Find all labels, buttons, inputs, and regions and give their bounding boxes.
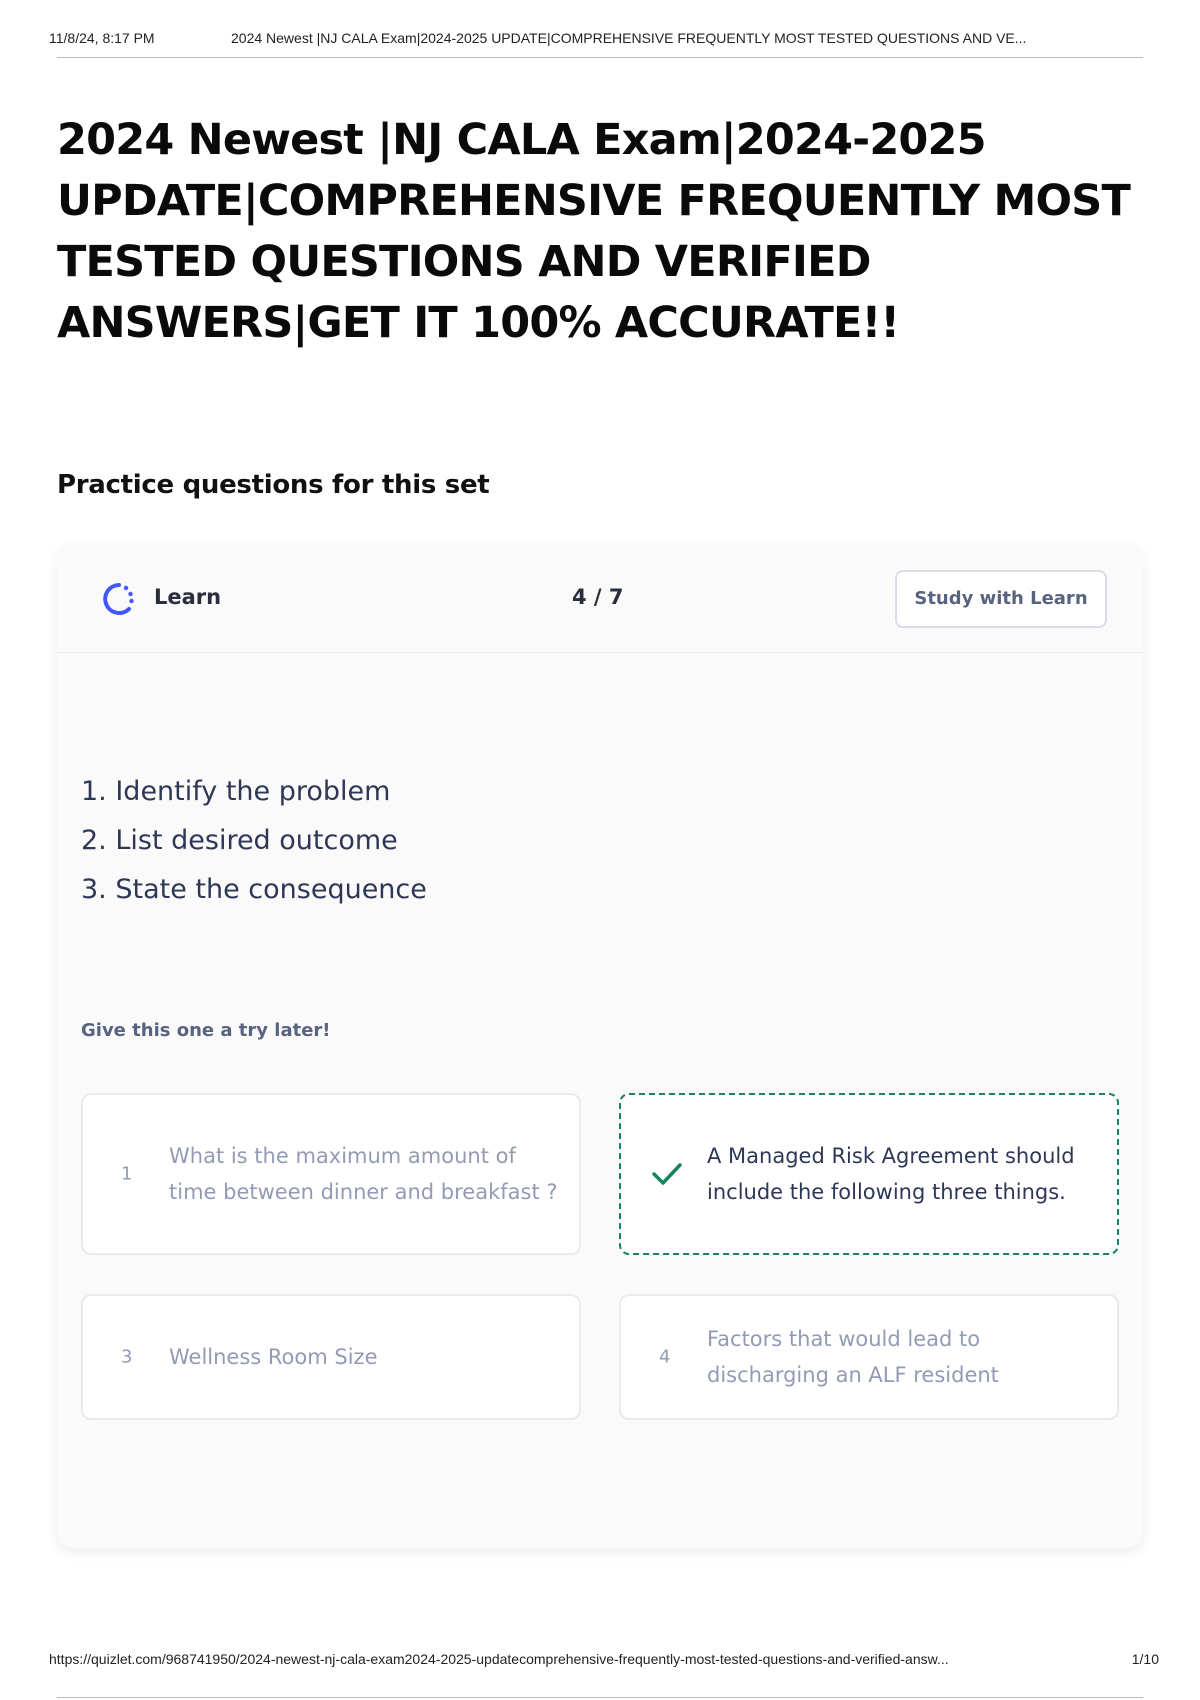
print-date: 11/8/24, 8:17 PM	[49, 30, 155, 46]
header-divider	[57, 57, 1143, 58]
footer-divider	[57, 1697, 1143, 1698]
check-icon	[652, 1163, 682, 1185]
print-page-number: 1/10	[1131, 1651, 1159, 1667]
answer-line: 1. Identify the problem	[81, 776, 391, 807]
print-url: https://quizlet.com/968741950/2024-newes…	[49, 1651, 949, 1667]
page-title: 2024 Newest |NJ CALA Exam|2024-2025 UPDA…	[57, 115, 1131, 348]
learn-label: Learn	[154, 585, 222, 609]
answer-line: 2. List desired outcome	[81, 825, 398, 856]
print-footer: https://quizlet.com/968741950/2024-newes…	[49, 1651, 1159, 1669]
answer-option-3[interactable]: 3 Wellness Room Size	[81, 1294, 581, 1420]
card-header: Learn 4 / 7 Study with Learn	[57, 545, 1143, 653]
hint-text: Give this one a try later!	[81, 1020, 331, 1041]
option-text: Factors that would lead to discharging a…	[707, 1327, 999, 1387]
option-number: 3	[121, 1346, 133, 1368]
learn-icon	[103, 583, 134, 615]
answer-text: 1. Identify the problem 2. List desired …	[81, 767, 427, 914]
answer-option-4[interactable]: 4 Factors that would lead to discharging…	[619, 1294, 1119, 1420]
answer-line: 3. State the consequence	[81, 874, 427, 905]
progress-count: 4 / 7	[572, 585, 624, 609]
option-text: A Managed Risk Agreement should include …	[707, 1144, 1075, 1204]
print-document-title: 2024 Newest |NJ CALA Exam|2024-2025 UPDA…	[231, 30, 1027, 46]
option-text: What is the maximum amount of time betwe…	[169, 1144, 558, 1204]
option-text: Wellness Room Size	[169, 1345, 378, 1369]
option-number: 1	[121, 1163, 133, 1185]
print-header: 11/8/24, 8:17 PM 2024 Newest |NJ CALA Ex…	[49, 30, 1149, 48]
practice-card: Learn 4 / 7 Study with Learn 1. Identify…	[57, 545, 1143, 1548]
section-heading: Practice questions for this set	[57, 470, 490, 500]
option-number: 4	[659, 1346, 671, 1368]
answer-option-1[interactable]: 1 What is the maximum amount of time bet…	[81, 1093, 581, 1255]
answer-option-2-correct[interactable]: A Managed Risk Agreement should include …	[619, 1093, 1119, 1255]
study-with-learn-button[interactable]: Study with Learn	[895, 570, 1107, 628]
